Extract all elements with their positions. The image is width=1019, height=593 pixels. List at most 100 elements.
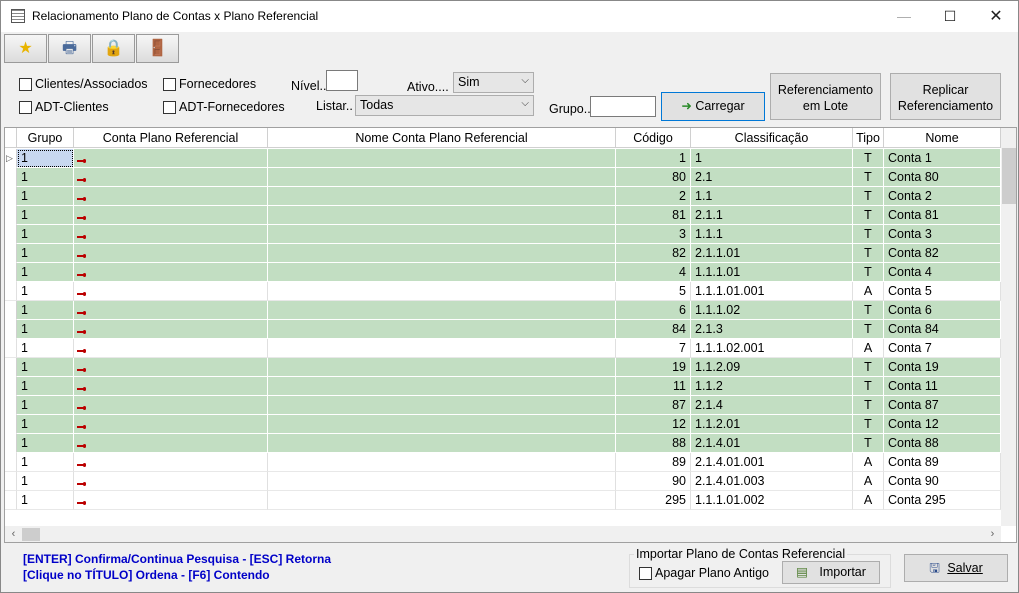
cell-nome[interactable]: Conta 80 [884,168,1001,187]
cell-conta-referencial[interactable] [74,472,268,491]
cell-nome-conta-referencial[interactable] [268,225,616,244]
cell-tipo[interactable]: T [853,320,884,339]
cell-nome-conta-referencial[interactable] [268,358,616,377]
cell-classificacao[interactable]: 2.1 [691,168,853,187]
cell-grupo[interactable]: 1 [17,396,74,415]
table-row[interactable]: 1 295 1.1.1.01.002 A Conta 295 [5,491,1001,510]
listar-select[interactable]: Todas ⌵ [355,95,534,116]
cell-conta-referencial[interactable] [74,225,268,244]
cell-codigo[interactable]: 82 [616,244,691,263]
cell-nome-conta-referencial[interactable] [268,339,616,358]
cell-nome[interactable]: Conta 88 [884,434,1001,453]
cell-tipo[interactable]: T [853,187,884,206]
cell-conta-referencial[interactable] [74,282,268,301]
cell-tipo[interactable]: T [853,434,884,453]
table-row[interactable]: 1 82 2.1.1.01 T Conta 82 [5,244,1001,263]
fornecedores-checkbox[interactable]: Fornecedores [163,77,256,91]
cell-codigo[interactable]: 19 [616,358,691,377]
apagar-plano-antigo-checkbox[interactable]: Apagar Plano Antigo [639,566,769,580]
cell-classificacao[interactable]: 1.1.1.01 [691,263,853,282]
cell-conta-referencial[interactable] [74,453,268,472]
cell-conta-referencial[interactable] [74,339,268,358]
cell-tipo[interactable]: T [853,244,884,263]
cell-nome-conta-referencial[interactable] [268,320,616,339]
scroll-thumb[interactable] [1002,148,1016,204]
column-header-tipo[interactable]: Tipo [853,128,884,148]
adt-fornecedores-checkbox[interactable]: ADT-Fornecedores [163,100,285,114]
cell-grupo[interactable]: 1 [17,377,74,396]
cell-grupo[interactable]: 1 [17,244,74,263]
cell-nome-conta-referencial[interactable] [268,472,616,491]
cell-conta-referencial[interactable] [74,377,268,396]
adt-clientes-checkbox[interactable]: ADT-Clientes [19,100,109,114]
cell-conta-referencial[interactable] [74,244,268,263]
cell-nome[interactable]: Conta 89 [884,453,1001,472]
cell-grupo[interactable]: 1 [17,168,74,187]
checkbox-box[interactable] [19,100,32,114]
cell-codigo[interactable]: 6 [616,301,691,320]
table-row[interactable]: 1 19 1.1.2.09 T Conta 19 [5,358,1001,377]
scroll-thumb[interactable] [22,528,40,541]
table-row[interactable]: 1 5 1.1.1.01.001 A Conta 5 [5,282,1001,301]
table-row[interactable]: 1 2 1.1 T Conta 2 [5,187,1001,206]
cell-classificacao[interactable]: 2.1.1 [691,206,853,225]
cell-conta-referencial[interactable] [74,320,268,339]
cell-codigo[interactable]: 88 [616,434,691,453]
cell-codigo[interactable]: 12 [616,415,691,434]
cell-grupo[interactable]: 1 [17,187,74,206]
replicar-referenciamento-button[interactable]: Replicar Referenciamento [890,73,1001,120]
cell-nome-conta-referencial[interactable] [268,491,616,510]
checkbox-box[interactable] [19,77,32,91]
column-header-codigo[interactable]: Código [616,128,691,148]
cell-grupo[interactable]: 1 [17,320,74,339]
cell-grupo[interactable]: 1 [17,225,74,244]
cell-tipo[interactable]: T [853,263,884,282]
cell-nome[interactable]: Conta 84 [884,320,1001,339]
cell-nome-conta-referencial[interactable] [268,187,616,206]
table-row[interactable]: 1 7 1.1.1.02.001 A Conta 7 [5,339,1001,358]
cell-nome[interactable]: Conta 6 [884,301,1001,320]
cell-conta-referencial[interactable] [74,206,268,225]
lock-button[interactable]: 🔒 [92,34,135,63]
scroll-right-icon[interactable]: › [984,526,1001,542]
cell-nome[interactable]: Conta 3 [884,225,1001,244]
checkbox-box[interactable] [639,566,652,580]
table-row[interactable]: 1 12 1.1.2.01 T Conta 12 [5,415,1001,434]
cell-grupo[interactable]: 1 [17,301,74,320]
cell-classificacao[interactable]: 1.1.1.02 [691,301,853,320]
cell-nome[interactable]: Conta 12 [884,415,1001,434]
close-button[interactable]: ✕ [973,1,1019,32]
cell-codigo[interactable]: 4 [616,263,691,282]
cell-classificacao[interactable]: 1.1.1.02.001 [691,339,853,358]
cell-conta-referencial[interactable] [74,396,268,415]
cell-codigo[interactable]: 11 [616,377,691,396]
cell-codigo[interactable]: 80 [616,168,691,187]
cell-grupo[interactable]: 1 [17,453,74,472]
cell-tipo[interactable]: T [853,149,884,168]
cell-conta-referencial[interactable] [74,187,268,206]
cell-grupo[interactable]: 1 [17,472,74,491]
salvar-button[interactable]: 🖫 Salvar [904,554,1008,582]
table-row[interactable]: 1 87 2.1.4 T Conta 87 [5,396,1001,415]
cell-tipo[interactable]: T [853,377,884,396]
cell-nome-conta-referencial[interactable] [268,453,616,472]
table-row[interactable]: 1 3 1.1.1 T Conta 3 [5,225,1001,244]
cell-nome[interactable]: Conta 90 [884,472,1001,491]
cell-nome[interactable]: Conta 2 [884,187,1001,206]
cell-nome[interactable]: Conta 7 [884,339,1001,358]
cell-codigo[interactable]: 84 [616,320,691,339]
cell-tipo[interactable]: T [853,415,884,434]
cell-classificacao[interactable]: 2.1.1.01 [691,244,853,263]
cell-classificacao[interactable]: 1.1.2.01 [691,415,853,434]
cell-nome[interactable]: Conta 81 [884,206,1001,225]
cell-conta-referencial[interactable] [74,434,268,453]
cell-tipo[interactable]: A [853,491,884,510]
checkbox-box[interactable] [163,77,176,91]
cell-nome-conta-referencial[interactable] [268,377,616,396]
cell-nome-conta-referencial[interactable] [268,244,616,263]
print-button[interactable]: 🖶 [48,34,91,63]
vertical-scrollbar[interactable] [1001,128,1016,526]
cell-nome-conta-referencial[interactable] [268,396,616,415]
cell-tipo[interactable]: A [853,282,884,301]
cell-nome[interactable]: Conta 295 [884,491,1001,510]
